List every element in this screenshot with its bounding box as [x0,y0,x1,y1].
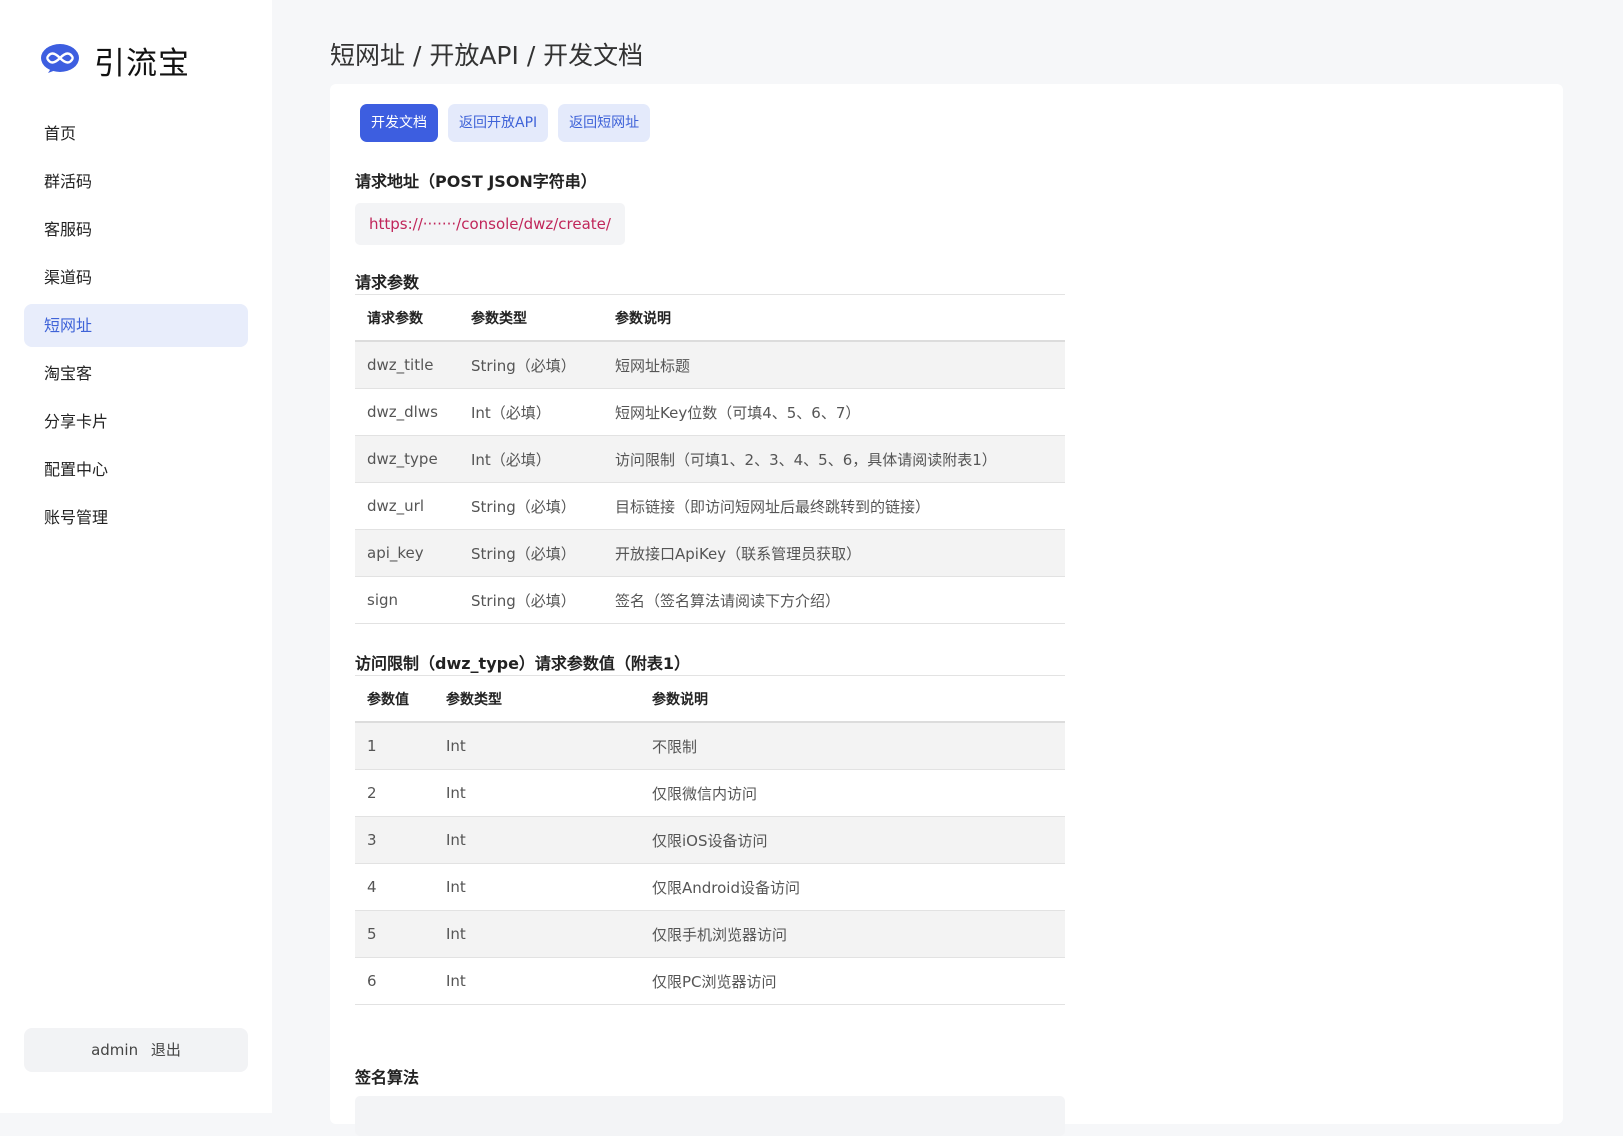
column-header: 参数类型 [434,675,640,723]
table-cell: dwz_url [355,482,459,530]
table-cell: 仅限微信内访问 [640,769,1065,817]
table-cell: Int [434,910,640,958]
table-row: sign String（必填） 签名（签名算法请阅读下方介绍） [355,576,1065,624]
table-cell: 仅限PC浏览器访问 [640,957,1065,1005]
sidebar-item-group-qrcode[interactable]: 群活码 [24,160,248,203]
table-cell: 短网址标题 [603,341,1065,389]
table-cell: dwz_dlws [355,388,459,436]
table-cell: 仅限iOS设备访问 [640,816,1065,864]
table-cell: Int [434,816,640,864]
table-row: 4 Int 仅限Android设备访问 [355,863,1065,911]
logo-icon [41,44,79,73]
column-header: 参数值 [355,675,434,723]
table-row: dwz_url String（必填） 目标链接（即访问短网址后最终跳转到的链接） [355,482,1065,530]
table-cell: Int [434,863,640,911]
table-cell: 仅限Android设备访问 [640,863,1065,911]
table-cell: Int（必填） [459,435,603,483]
table-cell: 开放接口ApiKey（联系管理员获取） [603,529,1065,577]
table-row: dwz_type Int（必填） 访问限制（可填1、2、3、4、5、6，具体请阅… [355,435,1065,483]
params-table: 请求参数 参数类型 参数说明 dwz_title String（必填） 短网址标… [355,294,1065,624]
table-cell: Int [434,957,640,1005]
table-row: 5 Int 仅限手机浏览器访问 [355,910,1065,958]
table-cell: sign [355,576,459,624]
column-header: 参数说明 [603,294,1065,342]
sidebar-item-account[interactable]: 账号管理 [24,496,248,539]
column-header: 参数类型 [459,294,603,342]
sidebar-item-channel-qrcode[interactable]: 渠道码 [24,256,248,299]
table-cell: 短网址Key位数（可填4、5、6、7） [603,388,1065,436]
sidebar-item-home[interactable]: 首页 [24,112,248,155]
sign-code-block [355,1096,1065,1136]
table-cell: dwz_type [355,435,459,483]
table-cell: Int（必填） [459,388,603,436]
sidebar-item-service-qrcode[interactable]: 客服码 [24,208,248,251]
table-cell: 不限制 [640,722,1065,770]
request-url: https://·······/console/dwz/create/ [355,203,625,245]
app-logo[interactable]: 引流宝 [40,40,190,82]
table-cell: Int [434,769,640,817]
table-cell: 1 [355,722,434,770]
table-cell: 4 [355,863,434,911]
sidebar-item-share-card[interactable]: 分享卡片 [24,400,248,443]
table-cell: 6 [355,957,434,1005]
type-table-title: 访问限制（dwz_type）请求参数值（附表1） [355,654,691,673]
tab-bar: 开发文档 返回开放API 返回短网址 [360,104,660,142]
table-cell: String（必填） [459,529,603,577]
table-cell: dwz_title [355,341,459,389]
table-cell: api_key [355,529,459,577]
table-cell: String（必填） [459,341,603,389]
logout-link[interactable]: 退出 [151,1041,181,1059]
column-header: 参数说明 [640,675,1065,723]
table-cell: String（必填） [459,576,603,624]
table-cell: 访问限制（可填1、2、3、4、5、6，具体请阅读附表1） [603,435,1065,483]
sidebar-item-config-center[interactable]: 配置中心 [24,448,248,491]
user-box: admin 退出 [24,1028,248,1072]
table-cell: 签名（签名算法请阅读下方介绍） [603,576,1065,624]
table-cell: 5 [355,910,434,958]
table-row: dwz_dlws Int（必填） 短网址Key位数（可填4、5、6、7） [355,388,1065,436]
tab-back-short-url[interactable]: 返回短网址 [558,104,651,142]
dwz-type-table: 参数值 参数类型 参数说明 1 Int 不限制 2 Int 仅限微信内访问 3 … [355,675,1065,1005]
sidebar-item-short-url[interactable]: 短网址 [24,304,248,347]
request-url-title: 请求地址（POST JSON字符串） [355,172,597,191]
params-table-title: 请求参数 [355,273,420,292]
doc-card: 开发文档 返回开放API 返回短网址 请求地址（POST JSON字符串） ht… [330,84,1563,1136]
tab-dev-docs[interactable]: 开发文档 [360,104,438,142]
tab-back-open-api[interactable]: 返回开放API [448,104,549,142]
breadcrumb: 短网址 / 开放API / 开发文档 [330,41,644,70]
table-cell: 2 [355,769,434,817]
column-header: 请求参数 [355,294,459,342]
table-row: dwz_title String（必填） 短网址标题 [355,341,1065,389]
table-cell: Int [434,722,640,770]
table-row: 3 Int 仅限iOS设备访问 [355,816,1065,864]
sign-section-title: 签名算法 [355,1068,420,1087]
sidebar: 引流宝 首页 群活码 客服码 渠道码 短网址 淘宝客 分享卡片 配置中心 账号管… [0,0,272,1113]
table-cell: 3 [355,816,434,864]
table-row: api_key String（必填） 开放接口ApiKey（联系管理员获取） [355,529,1065,577]
table-header-row: 请求参数 参数类型 参数说明 [355,294,1065,342]
table-cell: String（必填） [459,482,603,530]
table-cell: 目标链接（即访问短网址后最终跳转到的链接） [603,482,1065,530]
sidebar-item-taobaoke[interactable]: 淘宝客 [24,352,248,395]
table-cell: 仅限手机浏览器访问 [640,910,1065,958]
app-name: 引流宝 [94,45,190,82]
table-header-row: 参数值 参数类型 参数说明 [355,675,1065,723]
table-row: 6 Int 仅限PC浏览器访问 [355,957,1065,1005]
table-row: 1 Int 不限制 [355,722,1065,770]
username: admin [91,1041,139,1059]
table-row: 2 Int 仅限微信内访问 [355,769,1065,817]
sidebar-nav: 首页 群活码 客服码 渠道码 短网址 淘宝客 分享卡片 配置中心 账号管理 [24,112,248,544]
